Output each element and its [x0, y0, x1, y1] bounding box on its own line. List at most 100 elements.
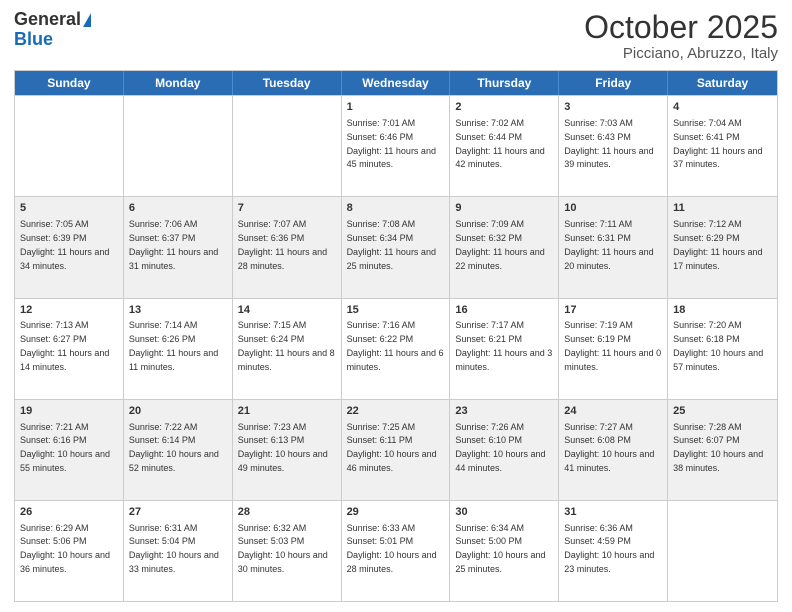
- calendar-cell: 9Sunrise: 7:09 AM Sunset: 6:32 PM Daylig…: [450, 197, 559, 297]
- calendar-row-2: 12Sunrise: 7:13 AM Sunset: 6:27 PM Dayli…: [15, 298, 777, 399]
- cell-info: Sunrise: 7:19 AM Sunset: 6:19 PM Dayligh…: [564, 320, 663, 371]
- calendar-cell: 22 Sunrise: 7:25 AM Sunset: 6:11 PM Dayli…: [342, 400, 451, 500]
- calendar-cell: 17 Sunrise: 7:19 AM Sunset: 6:19 PM Dayli…: [559, 299, 668, 399]
- calendar-cell: 16 Sunrise: 7:17 AM Sunset: 6:21 PM Dayli…: [450, 299, 559, 399]
- weekday-header-monday: Monday: [124, 71, 233, 95]
- calendar-cell: 29 Sunrise: 6:33 AM Sunset: 5:01 PM Dayli…: [342, 501, 451, 601]
- calendar-cell: 25 Sunrise: 7:28 AM Sunset: 6:07 PM Dayli…: [668, 400, 777, 500]
- day-number: 24: [564, 404, 662, 419]
- cell-info: Sunrise: 6:29 AM Sunset: 5:06 PM Dayligh…: [20, 523, 113, 574]
- cell-info: Sunrise: 7:07 AM Sunset: 6:36 PM Dayligh…: [238, 219, 330, 270]
- cell-info: Sunrise: 7:28 AM Sunset: 6:07 PM Dayligh…: [673, 422, 766, 473]
- day-number: 20: [129, 404, 227, 419]
- calendar-cell: 8Sunrise: 7:08 AM Sunset: 6:34 PM Daylig…: [342, 197, 451, 297]
- weekday-header-saturday: Saturday: [668, 71, 777, 95]
- day-number: 17: [564, 303, 662, 318]
- day-number: 13: [129, 303, 227, 318]
- cell-info: Sunrise: 7:23 AM Sunset: 6:13 PM Dayligh…: [238, 422, 331, 473]
- cell-info: Sunrise: 7:26 AM Sunset: 6:10 PM Dayligh…: [455, 422, 548, 473]
- calendar-cell: 3Sunrise: 7:03 AM Sunset: 6:43 PM Daylig…: [559, 96, 668, 196]
- calendar-cell: 30 Sunrise: 6:34 AM Sunset: 5:00 PM Dayli…: [450, 501, 559, 601]
- calendar-cell: [233, 96, 342, 196]
- day-number: 14: [238, 303, 336, 318]
- day-number: 10: [564, 201, 662, 216]
- calendar-cell: 2Sunrise: 7:02 AM Sunset: 6:44 PM Daylig…: [450, 96, 559, 196]
- calendar-cell: 7 Sunrise: 7:07 AM Sunset: 6:36 PM Daylig…: [233, 197, 342, 297]
- day-number: 11: [673, 201, 772, 216]
- cell-info: Sunrise: 7:14 AM Sunset: 6:26 PM Dayligh…: [129, 320, 221, 371]
- day-number: 23: [455, 404, 553, 419]
- cell-info: Sunrise: 7:11 AM Sunset: 6:31 PM Dayligh…: [564, 219, 656, 270]
- cell-info: Sunrise: 6:32 AM Sunset: 5:03 PM Dayligh…: [238, 523, 331, 574]
- logo-blue-text: Blue: [14, 29, 53, 49]
- cell-info: Sunrise: 7:05 AM Sunset: 6:39 PM Dayligh…: [20, 219, 112, 270]
- day-number: 21: [238, 404, 336, 419]
- calendar-cell: 27 Sunrise: 6:31 AM Sunset: 5:04 PM Dayli…: [124, 501, 233, 601]
- day-number: 31: [564, 505, 662, 520]
- day-number: 16: [455, 303, 553, 318]
- logo-general-text: General: [14, 10, 81, 30]
- cell-info: Sunrise: 6:34 AM Sunset: 5:00 PM Dayligh…: [455, 523, 548, 574]
- calendar-cell: 5Sunrise: 7:05 AM Sunset: 6:39 PM Daylig…: [15, 197, 124, 297]
- weekday-header-sunday: Sunday: [15, 71, 124, 95]
- day-number: 1: [347, 100, 445, 115]
- weekday-header-thursday: Thursday: [450, 71, 559, 95]
- calendar-cell: 4Sunrise: 7:04 AM Sunset: 6:41 PM Daylig…: [668, 96, 777, 196]
- title-area: October 2025 Picciano, Abruzzo, Italy: [584, 10, 778, 62]
- day-number: 4: [673, 100, 772, 115]
- cell-info: Sunrise: 6:36 AM Sunset: 4:59 PM Dayligh…: [564, 523, 657, 574]
- cell-info: Sunrise: 6:31 AM Sunset: 5:04 PM Dayligh…: [129, 523, 222, 574]
- cell-info: Sunrise: 7:22 AM Sunset: 6:14 PM Dayligh…: [129, 422, 222, 473]
- cell-info: Sunrise: 7:21 AM Sunset: 6:16 PM Dayligh…: [20, 422, 113, 473]
- cell-info: Sunrise: 7:16 AM Sunset: 6:22 PM Dayligh…: [347, 320, 446, 371]
- calendar-cell: 10 Sunrise: 7:11 AM Sunset: 6:31 PM Dayli…: [559, 197, 668, 297]
- day-number: 26: [20, 505, 118, 520]
- calendar-row-0: 1Sunrise: 7:01 AM Sunset: 6:46 PM Daylig…: [15, 95, 777, 196]
- cell-info: Sunrise: 7:15 AM Sunset: 6:24 PM Dayligh…: [238, 320, 337, 371]
- day-number: 6: [129, 201, 227, 216]
- cell-info: Sunrise: 7:25 AM Sunset: 6:11 PM Dayligh…: [347, 422, 440, 473]
- day-number: 28: [238, 505, 336, 520]
- calendar-cell: 20 Sunrise: 7:22 AM Sunset: 6:14 PM Dayli…: [124, 400, 233, 500]
- day-number: 7: [238, 201, 336, 216]
- calendar-cell: 24 Sunrise: 7:27 AM Sunset: 6:08 PM Dayli…: [559, 400, 668, 500]
- day-number: 2: [455, 100, 553, 115]
- day-number: 25: [673, 404, 772, 419]
- calendar-cell: 14 Sunrise: 7:15 AM Sunset: 6:24 PM Dayli…: [233, 299, 342, 399]
- calendar-location: Picciano, Abruzzo, Italy: [584, 45, 778, 62]
- day-number: 27: [129, 505, 227, 520]
- day-number: 29: [347, 505, 445, 520]
- day-number: 19: [20, 404, 118, 419]
- calendar: SundayMondayTuesdayWednesdayThursdayFrid…: [14, 70, 778, 602]
- calendar-cell: 26 Sunrise: 6:29 AM Sunset: 5:06 PM Dayli…: [15, 501, 124, 601]
- calendar-cell: [124, 96, 233, 196]
- calendar-cell: 1Sunrise: 7:01 AM Sunset: 6:46 PM Daylig…: [342, 96, 451, 196]
- day-number: 15: [347, 303, 445, 318]
- logo-triangle-icon: [83, 13, 91, 27]
- calendar-row-1: 5Sunrise: 7:05 AM Sunset: 6:39 PM Daylig…: [15, 196, 777, 297]
- cell-info: Sunrise: 7:09 AM Sunset: 6:32 PM Dayligh…: [455, 219, 547, 270]
- logo: General Blue: [14, 10, 91, 50]
- cell-info: Sunrise: 7:12 AM Sunset: 6:29 PM Dayligh…: [673, 219, 765, 270]
- calendar-row-4: 26 Sunrise: 6:29 AM Sunset: 5:06 PM Dayli…: [15, 500, 777, 601]
- day-number: 22: [347, 404, 445, 419]
- cell-info: Sunrise: 7:17 AM Sunset: 6:21 PM Dayligh…: [455, 320, 554, 371]
- calendar-cell: 19 Sunrise: 7:21 AM Sunset: 6:16 PM Dayli…: [15, 400, 124, 500]
- calendar-cell: 11 Sunrise: 7:12 AM Sunset: 6:29 PM Dayli…: [668, 197, 777, 297]
- calendar-cell: 28 Sunrise: 6:32 AM Sunset: 5:03 PM Dayli…: [233, 501, 342, 601]
- day-number: 8: [347, 201, 445, 216]
- cell-info: Sunrise: 7:20 AM Sunset: 6:18 PM Dayligh…: [673, 320, 766, 371]
- cell-info: Sunrise: 6:33 AM Sunset: 5:01 PM Dayligh…: [347, 523, 440, 574]
- cell-info: Sunrise: 7:03 AM Sunset: 6:43 PM Dayligh…: [564, 118, 656, 169]
- calendar-row-3: 19 Sunrise: 7:21 AM Sunset: 6:16 PM Dayli…: [15, 399, 777, 500]
- day-number: 30: [455, 505, 553, 520]
- calendar-cell: 6Sunrise: 7:06 AM Sunset: 6:37 PM Daylig…: [124, 197, 233, 297]
- calendar-cell: 31 Sunrise: 6:36 AM Sunset: 4:59 PM Dayli…: [559, 501, 668, 601]
- page: General Blue October 2025 Picciano, Abru…: [0, 0, 792, 612]
- cell-info: Sunrise: 7:27 AM Sunset: 6:08 PM Dayligh…: [564, 422, 657, 473]
- calendar-cell: [668, 501, 777, 601]
- weekday-header-wednesday: Wednesday: [342, 71, 451, 95]
- calendar-cell: 15 Sunrise: 7:16 AM Sunset: 6:22 PM Dayli…: [342, 299, 451, 399]
- calendar-cell: 21 Sunrise: 7:23 AM Sunset: 6:13 PM Dayli…: [233, 400, 342, 500]
- calendar-cell: 12Sunrise: 7:13 AM Sunset: 6:27 PM Dayli…: [15, 299, 124, 399]
